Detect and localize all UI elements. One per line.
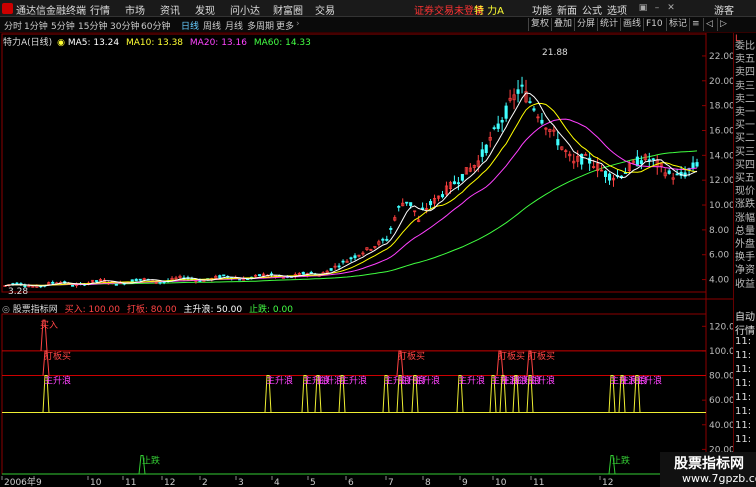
signal-label: 打板买 xyxy=(498,350,525,362)
date-tick-8: 5 xyxy=(310,478,316,487)
signal-label: 止跌 xyxy=(142,455,160,467)
price-tick-3: 16.00 xyxy=(709,126,735,136)
panel-tick-0: 自动 xyxy=(735,312,755,323)
panel-tick-7: 11: xyxy=(735,406,752,417)
date-tick-11: 8 xyxy=(425,478,431,487)
quote-side-panel: L 委比 卖五 卖四 卖三 卖二 卖一 买一 买二 买三 买四 买五 现价 涨跌 涨幅 总量 外盘 换手 净资 收益… xyxy=(733,33,756,487)
site-watermark: 股票指标网 www.7gpzb.com xyxy=(660,452,756,487)
signal-label: 主升浪 xyxy=(340,375,367,387)
date-tick-0: 2006年 xyxy=(4,476,36,487)
date-tick-15: 12 xyxy=(602,478,613,487)
price-tick-6: 10.00 xyxy=(709,201,735,211)
signal-label: 打板买 xyxy=(44,350,71,362)
date-tick-3: 11 xyxy=(125,478,136,487)
signal-label: 打板买 xyxy=(528,350,555,362)
signal-label: 主升浪 xyxy=(266,375,293,387)
date-tick-13: 10 xyxy=(495,478,507,487)
date-tick-14: 11 xyxy=(533,478,544,487)
signal-label: 止跌 xyxy=(612,455,630,467)
low-price-label: 3.28 xyxy=(8,287,28,297)
date-tick-7: 4 xyxy=(274,478,280,487)
price-tick-4: 14.00 xyxy=(709,151,735,161)
signal-label: 买入 xyxy=(40,320,58,331)
date-tick-2: 10 xyxy=(90,478,102,487)
panel-tick-2: 11: xyxy=(735,336,752,347)
ma60-line xyxy=(4,150,698,287)
date-tick-4: 12 xyxy=(164,478,175,487)
date-tick-12: 9 xyxy=(462,478,468,487)
price-tick-0: 22.00 xyxy=(709,52,735,62)
date-tick-9: 6 xyxy=(348,478,354,487)
date-axis: 2006年 9 10 11 12 2 3 4 5 6 7 8 9 10 11 12 xyxy=(0,476,733,487)
indicator-tick-3: 60.00 xyxy=(709,396,735,406)
price-tick-2: 18.00 xyxy=(709,102,735,112)
price-tick-5: 12.00 xyxy=(709,176,735,186)
date-tick-1: 9 xyxy=(36,478,42,487)
date-tick-10: 7 xyxy=(388,478,394,487)
panel-tick-8: 11: xyxy=(735,420,752,431)
signal-label: 主升浪 xyxy=(458,375,485,387)
signal-label: 主升浪 xyxy=(316,375,343,387)
panel-tick-1: 行情 xyxy=(735,326,755,337)
panel-tick-4: 11: xyxy=(735,364,752,375)
price-tick-7: 8.00 xyxy=(709,226,729,236)
high-price-label: 21.88 xyxy=(542,48,568,58)
date-tick-5: 2 xyxy=(202,478,208,487)
signal-label: 主升浪 xyxy=(528,375,555,387)
price-tick-8: 6.00 xyxy=(709,251,729,261)
signal-label: 主升浪 xyxy=(635,375,662,387)
panel-tick-6: 11: xyxy=(735,392,752,403)
panel-tick-3: 11: xyxy=(735,350,752,361)
panel-tick-5: 11: xyxy=(735,378,752,389)
panel-field-18: 收益 xyxy=(735,278,755,290)
price-tick-9: 4.00 xyxy=(709,276,729,286)
watermark-url: www.7gpzb.com xyxy=(682,472,756,485)
indicator-chart: 120.00100.0080.0060.0040.0020.00买入打板买 打板买… xyxy=(1,313,741,475)
candlesticks xyxy=(3,76,699,289)
price-tick-1: 20.00 xyxy=(709,77,735,87)
signal-label: 主升浪 xyxy=(413,375,440,387)
watermark-title: 股票指标网 xyxy=(674,456,744,472)
signal-label: 主升浪 xyxy=(44,375,71,387)
panel-tick-9: 11: xyxy=(735,434,752,445)
indicator-tick-4: 40.00 xyxy=(709,421,735,431)
signal-label: 打板买 xyxy=(398,350,425,362)
indicator-tick-2: 80.00 xyxy=(709,372,735,382)
date-tick-6: 3 xyxy=(238,478,244,487)
kline-chart[interactable]: 22.00 20.00 18.00 16.00 14.00 12.00 10.00 8.00 6… xyxy=(0,0,756,487)
price-axis: 22.00 20.00 18.00 16.00 14.00 12.00 10.00 8.00 6… xyxy=(702,52,735,286)
